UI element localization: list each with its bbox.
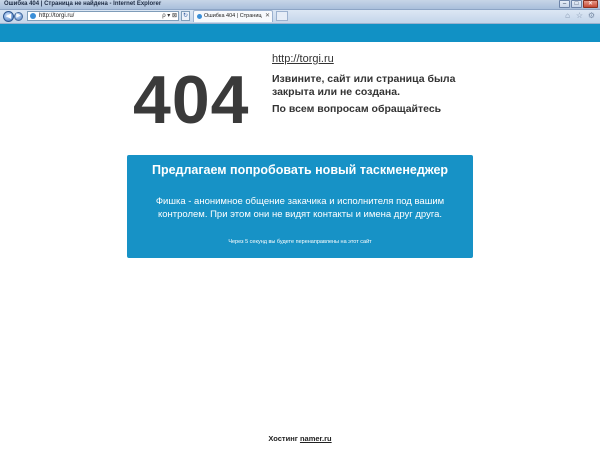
window-titlebar: Ошибка 404 | Страница не найдена - Inter…: [0, 0, 600, 10]
site-link[interactable]: http://torgi.ru: [272, 53, 334, 65]
footer-link[interactable]: namer.ru: [300, 434, 332, 443]
refresh-button[interactable]: ↻: [181, 11, 190, 21]
address-bar[interactable]: http://torgi.ru/ ρ ▾ ⊠: [27, 11, 179, 21]
maximize-button[interactable]: □: [571, 0, 582, 8]
address-url[interactable]: http://torgi.ru/: [39, 12, 74, 20]
footer-label: Хостинг: [268, 434, 298, 443]
contact-text: По всем вопросам обращайтесь: [272, 103, 442, 115]
home-icon[interactable]: ⌂: [563, 11, 572, 20]
back-button[interactable]: ◀: [3, 11, 14, 22]
page-header-band: [0, 24, 600, 42]
footer: Хостинг namer.ru: [0, 434, 600, 443]
redirect-note: Через 5 секунд вы будете перенаправлены …: [228, 239, 372, 245]
address-tools[interactable]: ρ ▾ ⊠: [162, 12, 177, 20]
promo-title: Предлагаем попробовать новый таскменедже…: [151, 163, 449, 177]
favorites-icon[interactable]: ☆: [575, 11, 584, 20]
close-button[interactable]: ✕: [583, 0, 598, 8]
tab-label: Ошибка 404 | Страница не ...: [204, 13, 262, 19]
error-message: Извините, сайт или страница была закрыта…: [272, 73, 456, 98]
toolbar-icons: ⌂ ☆ ⚙: [563, 11, 596, 20]
tools-icon[interactable]: ⚙: [587, 11, 596, 20]
tab-close-button[interactable]: ✕: [265, 11, 270, 22]
page-icon: [30, 13, 36, 19]
navigation-bar: ◀ ▶ http://torgi.ru/ ρ ▾ ⊠ ↻ Ошибка 404 …: [0, 10, 600, 24]
error-code: 404: [133, 62, 250, 138]
tab-active[interactable]: Ошибка 404 | Страница не ... ✕: [193, 10, 273, 22]
window-title: Ошибка 404 | Страница не найдена - Inter…: [4, 1, 162, 7]
promo-text: Фишка - анонимное общение закачика и исп…: [155, 196, 445, 220]
promo-box: Предлагаем попробовать новый таскменедже…: [127, 155, 473, 258]
tab-favicon-icon: [197, 14, 202, 19]
forward-button[interactable]: ▶: [14, 12, 23, 21]
window-controls: – □ ✕: [559, 0, 598, 9]
new-tab-button[interactable]: [276, 11, 288, 21]
minimize-button[interactable]: –: [559, 0, 570, 8]
